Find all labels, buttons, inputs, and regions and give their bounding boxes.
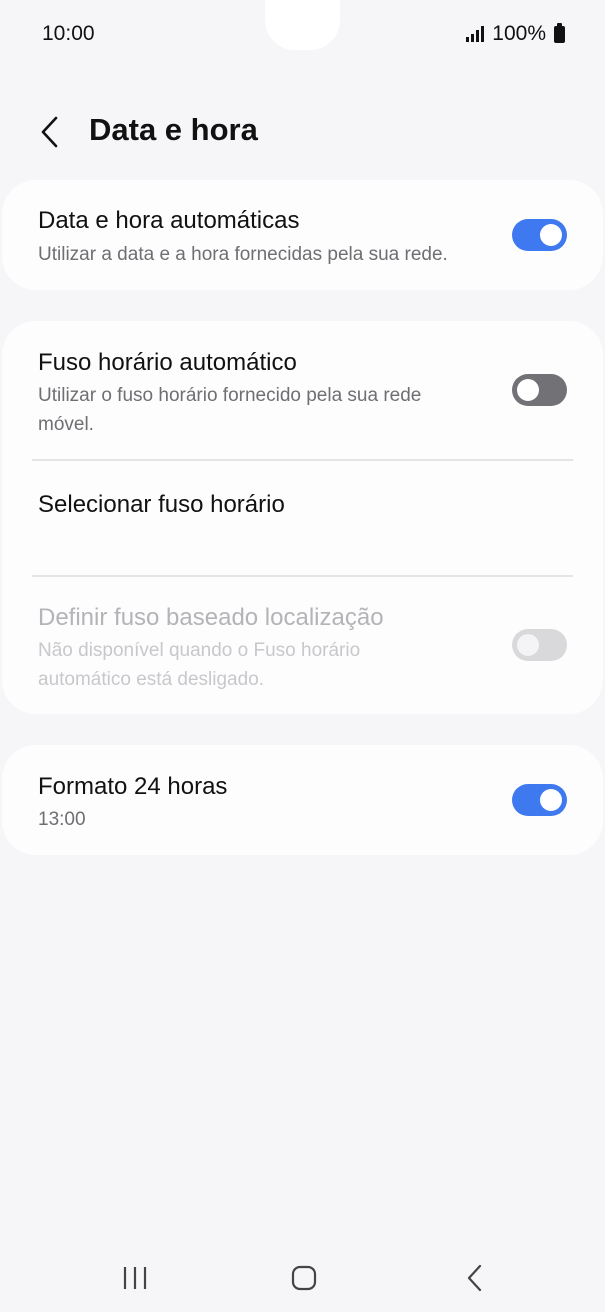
home-icon — [291, 1265, 317, 1291]
status-bar: 10:00 100% — [0, 0, 605, 70]
format-24h-row[interactable]: Formato 24 horas 13:00 — [2, 745, 603, 855]
recent-apps-icon — [123, 1267, 147, 1289]
select-timezone-row[interactable]: Selecionar fuso horário — [2, 461, 603, 576]
auto-timezone-title: Fuso horário automático — [38, 349, 297, 376]
page-title: Data e hora — [89, 112, 258, 147]
back-icon — [467, 1264, 482, 1292]
back-button[interactable] — [30, 108, 70, 156]
chevron-left-icon — [41, 116, 58, 148]
recent-apps-button[interactable] — [105, 1258, 165, 1298]
auto-timezone-toggle[interactable] — [512, 374, 567, 406]
app-header: Data e hora — [0, 100, 605, 164]
auto-datetime-toggle[interactable] — [512, 219, 567, 251]
auto-datetime-card: Data e hora automáticas Utilizar a data … — [2, 180, 603, 290]
auto-datetime-row[interactable]: Data e hora automáticas Utilizar a data … — [2, 180, 603, 290]
auto-timezone-row[interactable]: Fuso horário automático Utilizar o fuso … — [2, 321, 603, 460]
format-24h-card: Formato 24 horas 13:00 — [2, 745, 603, 855]
timezone-card: Fuso horário automático Utilizar o fuso … — [2, 321, 603, 714]
format-24h-toggle[interactable] — [512, 784, 567, 816]
toggle-knob — [540, 224, 562, 246]
location-timezone-row: Definir fuso baseado localização Não dis… — [2, 577, 603, 714]
location-timezone-toggle — [512, 629, 567, 661]
battery-percent: 100% — [492, 22, 546, 45]
toggle-knob — [517, 634, 539, 656]
battery-icon — [554, 22, 565, 43]
format-24h-title: Formato 24 horas — [38, 773, 228, 800]
auto-datetime-title: Data e hora automáticas — [38, 207, 300, 234]
signal-icon — [466, 26, 485, 42]
toggle-knob — [540, 789, 562, 811]
select-timezone-title: Selecionar fuso horário — [38, 491, 285, 518]
status-icons: 100% — [466, 22, 565, 46]
location-timezone-title: Definir fuso baseado localização — [38, 604, 384, 631]
phone-screen: 10:00 100% Data e hora Data e hora autom… — [0, 0, 605, 1312]
navigation-bar — [0, 1240, 605, 1312]
home-button[interactable] — [274, 1258, 334, 1298]
format-24h-subtitle: 13:00 — [38, 809, 86, 830]
auto-datetime-subtitle: Utilizar a data e a hora fornecidas pela… — [38, 244, 448, 265]
location-timezone-subtitle: Não disponível quando o Fuso horário aut… — [38, 640, 361, 690]
auto-timezone-subtitle: Utilizar o fuso horário fornecido pela s… — [38, 385, 422, 435]
camera-notch — [265, 0, 340, 50]
nav-back-button[interactable] — [445, 1258, 505, 1298]
status-time: 10:00 — [42, 22, 95, 45]
toggle-knob — [517, 379, 539, 401]
